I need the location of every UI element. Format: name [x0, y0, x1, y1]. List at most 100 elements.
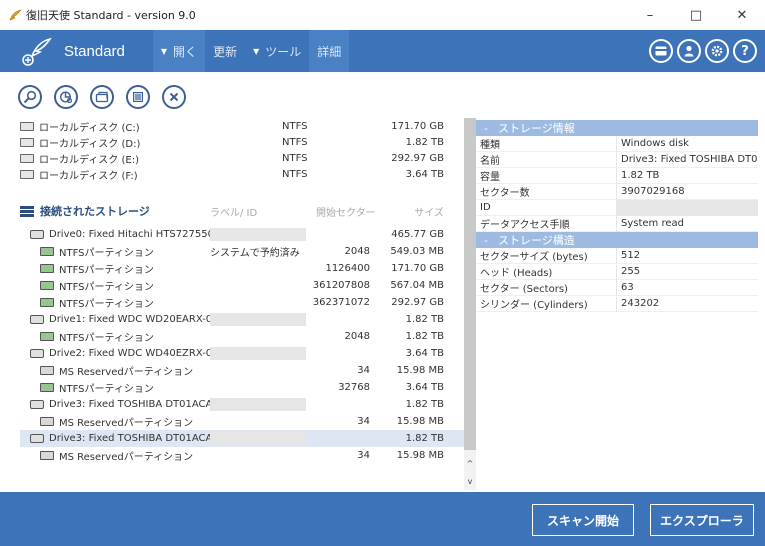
partition-row[interactable]: MS Reservedパーティション 34 15.98 MB: [20, 413, 464, 430]
menu-refresh[interactable]: 更新: [205, 30, 245, 72]
close-button[interactable]: ✕: [719, 0, 765, 30]
list-item[interactable]: ローカルディスク (F:) NTFS 3.64 TB: [20, 166, 464, 183]
info-key: シリンダー (Cylinders): [480, 300, 588, 311]
info-row: 容量 1.82 TB: [476, 167, 758, 184]
start-sector: 2048: [344, 246, 370, 257]
minimize-button[interactable]: –: [627, 0, 673, 30]
search-icon[interactable]: [18, 85, 42, 109]
info-row: データアクセス手順 System read: [476, 215, 758, 232]
partition-row[interactable]: MS Reservedパーティション 34 15.98 MB: [20, 362, 464, 379]
size-value: 3.64 TB: [405, 348, 444, 359]
help-icon[interactable]: ?: [733, 39, 757, 63]
drive-label-field: [210, 228, 306, 241]
dash: -: [484, 121, 488, 135]
drive-row[interactable]: Drive3: Fixed TOSHIBA DT01ACA2... 1.82 TB: [20, 396, 464, 413]
menu-tools[interactable]: ▼ ツール: [245, 30, 309, 72]
storage-header: 接続されたストレージ ラベル/ ID 開始セクター サイズ: [20, 202, 464, 220]
partition-row[interactable]: NTFSパーティション 2048 1.82 TB: [20, 328, 464, 345]
list-scrollbar[interactable]: ^ v: [464, 118, 476, 490]
partition-name: NTFSパーティション: [59, 248, 154, 259]
user-icon[interactable]: [677, 39, 701, 63]
partition-name: NTFSパーティション: [59, 265, 154, 276]
drive-label-field: [210, 398, 306, 411]
storage-list: ローカルディスク (C:) NTFS 171.70 GB ローカルディスク (D…: [20, 118, 464, 478]
info-panel: - ストレージ情報 種類 Windows disk 名前 Drive3: Fixed …: [476, 120, 758, 312]
start-sector: 34: [357, 450, 370, 461]
size-value: 1.82 TB: [405, 331, 444, 342]
explorer-button[interactable]: エクスプローラ: [650, 504, 754, 536]
gear-icon[interactable]: [705, 39, 729, 63]
partition-icon: [40, 417, 54, 426]
info-row: ヘッド (Heads) 255: [476, 263, 758, 280]
drive-row[interactable]: Drive2: Fixed WDC WD40EZRX-00... 3.64 TB: [20, 345, 464, 362]
toolbar-right-buttons: ?: [649, 30, 757, 72]
partition-row[interactable]: NTFSパーティション 1126400 171.70 GB: [20, 260, 464, 277]
drive-icon: [30, 230, 44, 239]
list-item[interactable]: ローカルディスク (C:) NTFS 171.70 GB: [20, 118, 464, 135]
menu-open[interactable]: ▼ 開く: [152, 30, 206, 72]
storage-info-rows: 種類 Windows disk 名前 Drive3: Fixed TOSHIBA DT…: [476, 135, 758, 232]
disk-size: 292.97 GB: [391, 153, 444, 164]
image-icon[interactable]: [90, 85, 114, 109]
drive-row[interactable]: Drive3: Fixed TOSHIBA DT01ACA2... 1.82 TB: [20, 430, 464, 447]
storage-structure-title: ストレージ構造: [497, 234, 575, 247]
info-value: 512: [616, 247, 758, 264]
partition-row[interactable]: NTFSパーティション 361207808 567.04 MB: [20, 277, 464, 294]
info-key: 容量: [480, 172, 500, 183]
menu-bar: ▼ 開く 更新 ▼ ツール 詳細: [152, 30, 350, 72]
col-label-header[interactable]: ラベル/ ID: [210, 204, 257, 219]
partition-name: MS Reservedパーティション: [59, 418, 194, 429]
partition-row[interactable]: NTFSパーティション 362371072 292.97 GB: [20, 294, 464, 311]
drive-name: Drive1: Fixed WDC WD20EARX-00...: [49, 314, 229, 325]
partition-icon: [40, 332, 54, 341]
partition-name: MS Reservedパーティション: [59, 367, 194, 378]
app-window: 復旧天使 Standard - version 9.0 – □ ✕ Standa…: [0, 0, 765, 546]
info-value: 63: [616, 279, 758, 296]
scan-icon[interactable]: [54, 85, 78, 109]
col-start-header[interactable]: 開始セクター: [316, 204, 376, 219]
partition-icon: [40, 298, 54, 307]
card-icon[interactable]: [649, 39, 673, 63]
close-icon[interactable]: [162, 85, 186, 109]
action-icon-row: [18, 85, 186, 109]
info-key: データアクセス手順: [480, 220, 570, 231]
scan-start-button[interactable]: スキャン開始: [532, 504, 634, 536]
drive-icon: [30, 434, 44, 443]
partition-row[interactable]: NTFSパーティション システムで予約済み 2048 549.03 MB: [20, 243, 464, 260]
storage-structure-rows: セクターサイズ (bytes) 512 ヘッド (Heads) 255 セクター (Se…: [476, 247, 758, 312]
disk-size: 1.82 TB: [405, 137, 444, 148]
info-row: 種類 Windows disk: [476, 135, 758, 152]
start-sector: 34: [357, 416, 370, 427]
bottom-bar: スキャン開始 エクスプローラ: [0, 492, 765, 546]
list-icon[interactable]: [126, 85, 150, 109]
window-controls: – □ ✕: [627, 0, 765, 30]
disk-icon: [20, 154, 34, 163]
scroll-up-icon[interactable]: ^: [464, 456, 476, 470]
col-size-header[interactable]: サイズ: [414, 204, 444, 219]
partition-icon: [40, 264, 54, 273]
list-item[interactable]: ローカルディスク (E:) NTFS 292.97 GB: [20, 150, 464, 167]
menu-details[interactable]: 詳細: [309, 30, 350, 72]
storage-icon: [20, 205, 34, 217]
size-value: 15.98 MB: [396, 450, 444, 461]
size-value: 567.04 MB: [390, 280, 444, 291]
partition-row[interactable]: NTFSパーティション 32768 3.64 TB: [20, 379, 464, 396]
drive-row[interactable]: Drive0: Fixed Hitachi HTS727550A... 465.7…: [20, 226, 464, 243]
partition-icon: [40, 281, 54, 290]
drive-label-field: [210, 347, 306, 360]
info-value: Windows disk: [616, 135, 758, 152]
scrollbar-thumb[interactable]: [464, 118, 476, 450]
drive-row[interactable]: Drive1: Fixed WDC WD20EARX-00... 1.82 TB: [20, 311, 464, 328]
storage-header-title: 接続されたストレージ: [40, 205, 150, 218]
partition-row[interactable]: MS Reservedパーティション 34 15.98 MB: [20, 447, 464, 464]
maximize-button[interactable]: □: [673, 0, 719, 30]
start-sector: 361207808: [312, 280, 370, 291]
disk-fs: NTFS: [282, 153, 308, 164]
list-item[interactable]: ローカルディスク (D:) NTFS 1.82 TB: [20, 134, 464, 151]
info-key: セクターサイズ (bytes): [480, 252, 588, 263]
info-row: セクター (Sectors) 63: [476, 279, 758, 296]
partition-icon: [40, 366, 54, 375]
info-row: 名前 Drive3: Fixed TOSHIBA DT01ACA200: [476, 151, 758, 168]
scroll-down-icon[interactable]: v: [464, 474, 476, 488]
drive-icon: [30, 315, 44, 324]
